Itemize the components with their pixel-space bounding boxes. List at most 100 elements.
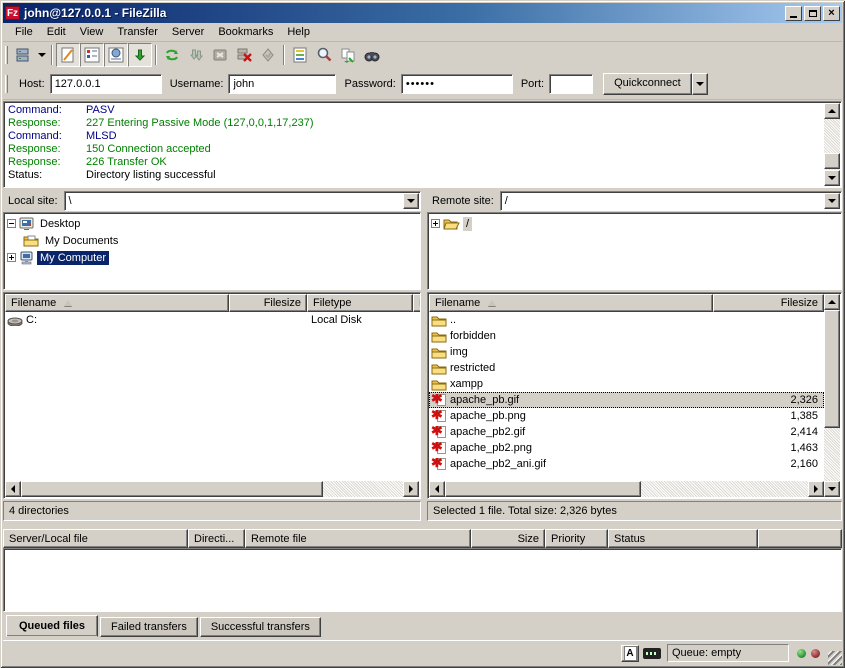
remote-site-row: Remote site: /: [427, 190, 842, 212]
synchronized-browsing-icon[interactable]: [336, 43, 360, 67]
column-direction[interactable]: Directi...: [188, 529, 245, 548]
maximize-button[interactable]: [804, 6, 821, 21]
tree-item-my-computer[interactable]: My Computer: [7, 249, 420, 266]
file-row[interactable]: ✱apache_pb2.png 1,463: [429, 440, 824, 456]
column-priority[interactable]: Priority: [545, 529, 608, 548]
directory-comparison-icon[interactable]: [312, 43, 336, 67]
minimize-button[interactable]: [785, 6, 802, 21]
cancel-icon[interactable]: [208, 43, 232, 67]
expand-icon[interactable]: [431, 219, 440, 228]
port-input[interactable]: [549, 74, 593, 94]
file-row[interactable]: ✱apache_pb2.gif 2,414: [429, 424, 824, 440]
file-row[interactable]: xampp: [429, 376, 824, 392]
scroll-left-icon[interactable]: [429, 481, 445, 497]
file-row-c-drive[interactable]: C: Local Disk: [5, 312, 419, 328]
quickbar-gripper[interactable]: [5, 75, 8, 93]
resize-grip[interactable]: [828, 651, 842, 665]
menu-view[interactable]: View: [73, 24, 111, 40]
scroll-up-icon[interactable]: [824, 294, 840, 310]
menu-server[interactable]: Server: [165, 24, 211, 40]
column-filename[interactable]: Filename: [429, 294, 713, 312]
file-row-selected[interactable]: ✱apache_pb.gif 2,326: [429, 392, 824, 408]
reconnect-icon[interactable]: [256, 43, 280, 67]
file-row[interactable]: ✱apache_pb2_ani.gif 2,160: [429, 456, 824, 472]
find-files-icon[interactable]: [360, 43, 384, 67]
menu-transfer[interactable]: Transfer: [110, 24, 165, 40]
tree-label[interactable]: /: [463, 217, 472, 231]
file-row[interactable]: restricted: [429, 360, 824, 376]
remote-vertical-scrollbar[interactable]: [824, 294, 840, 497]
column-status[interactable]: Status: [608, 529, 758, 548]
refresh-icon[interactable]: [160, 43, 184, 67]
username-input[interactable]: john: [228, 74, 336, 94]
scroll-down-icon[interactable]: [824, 170, 840, 186]
remote-site-combobox[interactable]: /: [500, 191, 842, 211]
tree-item-root[interactable]: /: [431, 215, 841, 232]
password-input[interactable]: ••••••: [401, 74, 513, 94]
tree-label[interactable]: Desktop: [37, 217, 83, 231]
file-row[interactable]: ✱apache_pb.png 1,385: [429, 408, 824, 424]
quickconnect-button[interactable]: Quickconnect: [603, 73, 692, 95]
remote-status-text: Selected 1 file. Total size: 2,326 bytes: [427, 501, 842, 521]
local-site-combobox[interactable]: \: [64, 191, 421, 211]
menu-file[interactable]: File: [8, 24, 40, 40]
column-filename[interactable]: Filename: [5, 294, 229, 312]
combo-dropdown-icon[interactable]: [403, 193, 419, 209]
collapse-icon[interactable]: [7, 219, 16, 228]
file-row[interactable]: forbidden: [429, 328, 824, 344]
tree-item-desktop[interactable]: Desktop: [7, 215, 420, 232]
toolbar-gripper[interactable]: [5, 46, 8, 64]
expand-icon[interactable]: [7, 253, 16, 262]
scroll-left-icon[interactable]: [5, 481, 21, 497]
scroll-thumb[interactable]: [824, 153, 840, 169]
toggle-remote-tree-icon[interactable]: [104, 43, 128, 67]
remote-horizontal-scrollbar[interactable]: [429, 481, 824, 497]
combo-dropdown-icon[interactable]: [824, 193, 840, 209]
menu-help[interactable]: Help: [280, 24, 317, 40]
speed-limits-icon[interactable]: [643, 648, 661, 659]
process-queue-icon[interactable]: [184, 43, 208, 67]
disconnect-icon[interactable]: [232, 43, 256, 67]
file-row[interactable]: img: [429, 344, 824, 360]
toggle-queue-icon[interactable]: [128, 43, 152, 67]
transfer-type-icon[interactable]: A: [621, 645, 639, 662]
scroll-down-icon[interactable]: [824, 481, 840, 497]
menu-bookmarks[interactable]: Bookmarks: [211, 24, 280, 40]
column-server-local-file[interactable]: Server/Local file: [3, 529, 188, 548]
file-row[interactable]: ..: [429, 312, 824, 328]
tree-label[interactable]: My Computer: [37, 251, 109, 265]
quickconnect-dropdown-icon[interactable]: [692, 73, 708, 95]
scroll-thumb[interactable]: [445, 481, 641, 497]
scroll-thumb[interactable]: [824, 310, 840, 428]
tree-label[interactable]: My Documents: [42, 234, 121, 248]
column-filesize[interactable]: Filesize: [229, 294, 307, 312]
toggle-log-icon[interactable]: [56, 43, 80, 67]
tab-queued-files[interactable]: Queued files: [6, 615, 98, 637]
site-manager-dropdown-icon[interactable]: [35, 43, 48, 67]
local-horizontal-scrollbar[interactable]: [5, 481, 419, 497]
toggle-local-tree-icon[interactable]: [80, 43, 104, 67]
site-manager-icon[interactable]: [11, 43, 35, 67]
log-scrollbar[interactable]: [824, 103, 840, 186]
local-site-value[interactable]: \: [65, 192, 402, 210]
column-filetype[interactable]: Filetype: [307, 294, 413, 312]
remote-site-value[interactable]: /: [501, 192, 823, 210]
queue-list[interactable]: [3, 548, 842, 612]
tab-failed-transfers[interactable]: Failed transfers: [100, 617, 198, 637]
remote-list-header: Filename Filesize: [429, 294, 824, 312]
scroll-right-icon[interactable]: [808, 481, 824, 497]
column-remote-file[interactable]: Remote file: [245, 529, 471, 548]
host-input[interactable]: 127.0.0.1: [50, 74, 162, 94]
close-button[interactable]: ×: [823, 6, 840, 21]
tree-item-my-documents[interactable]: My Documents: [7, 232, 420, 249]
scroll-up-icon[interactable]: [824, 103, 840, 119]
column-size[interactable]: Size: [471, 529, 545, 548]
column-last-modified[interactable]: L: [413, 294, 421, 312]
column-filesize[interactable]: Filesize: [713, 294, 824, 312]
tab-successful-transfers[interactable]: Successful transfers: [200, 617, 321, 637]
title-bar[interactable]: Fz john@127.0.0.1 - FileZilla ×: [3, 3, 842, 23]
filter-icon[interactable]: [288, 43, 312, 67]
menu-edit[interactable]: Edit: [40, 24, 73, 40]
scroll-thumb[interactable]: [21, 481, 323, 497]
scroll-right-icon[interactable]: [403, 481, 419, 497]
